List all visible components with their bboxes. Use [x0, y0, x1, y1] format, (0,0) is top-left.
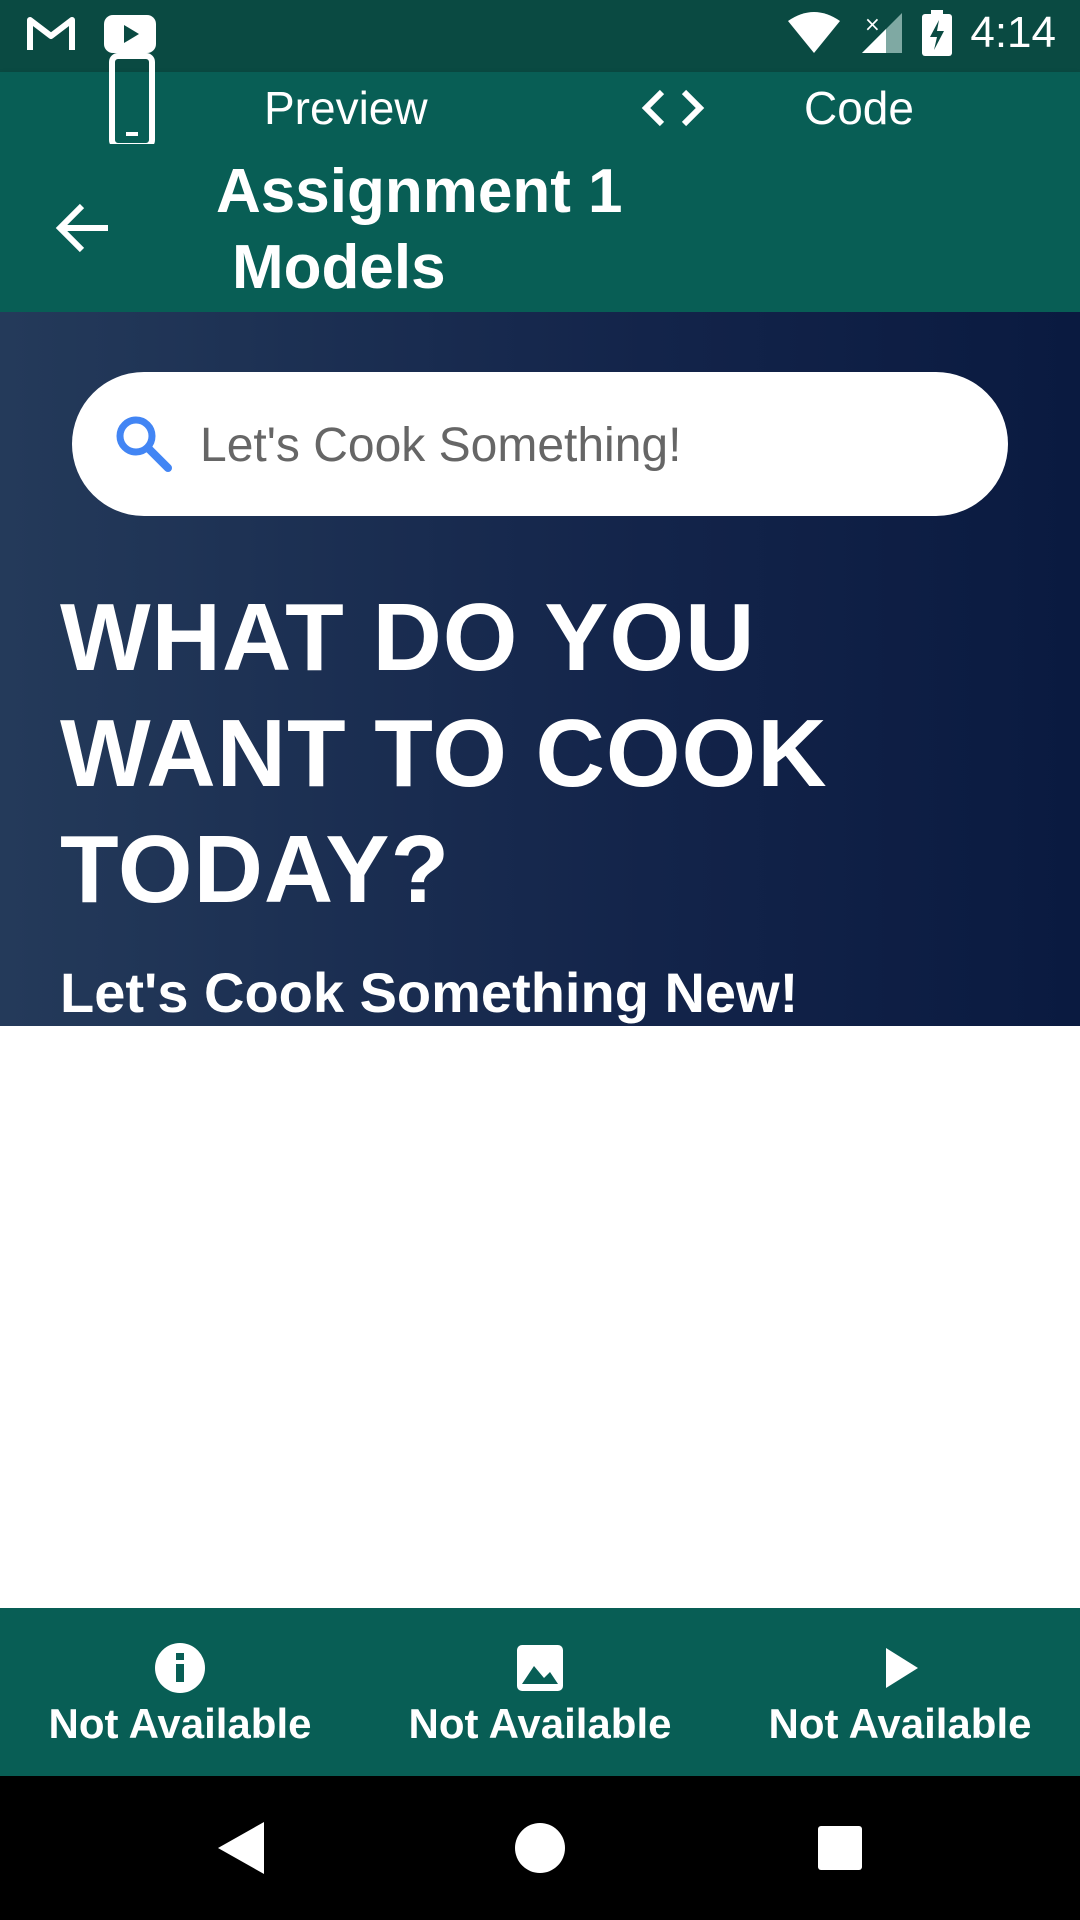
play-icon	[886, 1648, 918, 1688]
bottom-nav-item-image[interactable]: Not Available	[360, 1608, 720, 1776]
page-title: Assignment 1 Models	[216, 154, 716, 306]
wifi-icon	[788, 12, 841, 53]
nav-back-icon[interactable]	[216, 1820, 266, 1876]
system-navigation-bar	[0, 1776, 1080, 1920]
svg-text:×: ×	[864, 12, 881, 36]
page-title-line2: Models	[232, 233, 446, 302]
search-input[interactable]	[198, 406, 962, 484]
nav-recents-icon[interactable]	[817, 1825, 863, 1871]
back-arrow-icon[interactable]	[52, 196, 116, 260]
bottom-nav-label: Not Available	[768, 1700, 1032, 1747]
code-label: Code	[804, 82, 914, 134]
bottom-nav-item-info[interactable]: Not Available	[0, 1608, 360, 1776]
search-icon	[116, 416, 172, 472]
bottom-nav-label: Not Available	[408, 1700, 672, 1747]
signal-icon: ×	[862, 12, 903, 53]
clock: 4:14	[970, 8, 1056, 57]
app-bar: Assignment 1 Models	[0, 144, 1080, 312]
gmail-icon	[27, 17, 75, 50]
phone-icon	[109, 53, 155, 149]
hero-subtitle: Let's Cook Something New!	[60, 961, 799, 1024]
search-bar[interactable]	[72, 372, 1008, 516]
image-icon	[517, 1645, 563, 1691]
info-icon	[155, 1643, 205, 1693]
bottom-nav-label: Not Available	[48, 1700, 312, 1747]
preview-code-bar: Preview Code	[0, 53, 1080, 149]
youtube-icon	[104, 15, 156, 53]
preview-label: Preview	[264, 82, 428, 134]
bottom-nav-item-play[interactable]: Not Available	[720, 1608, 1080, 1776]
status-bar: × 4:14	[0, 0, 1080, 72]
code-icon	[641, 89, 705, 127]
page-title-line1: Assignment 1	[216, 157, 623, 226]
hero-section: WHAT DO YOU WANT TO COOK TODAY? Let's Co…	[0, 312, 1080, 1026]
hero-title: WHAT DO YOU WANT TO COOK TODAY?	[60, 584, 828, 923]
bottom-navigation: Not Available Not Available Not Availabl…	[0, 1608, 1080, 1776]
battery-charging-icon	[922, 10, 953, 56]
nav-home-icon[interactable]	[514, 1822, 566, 1874]
